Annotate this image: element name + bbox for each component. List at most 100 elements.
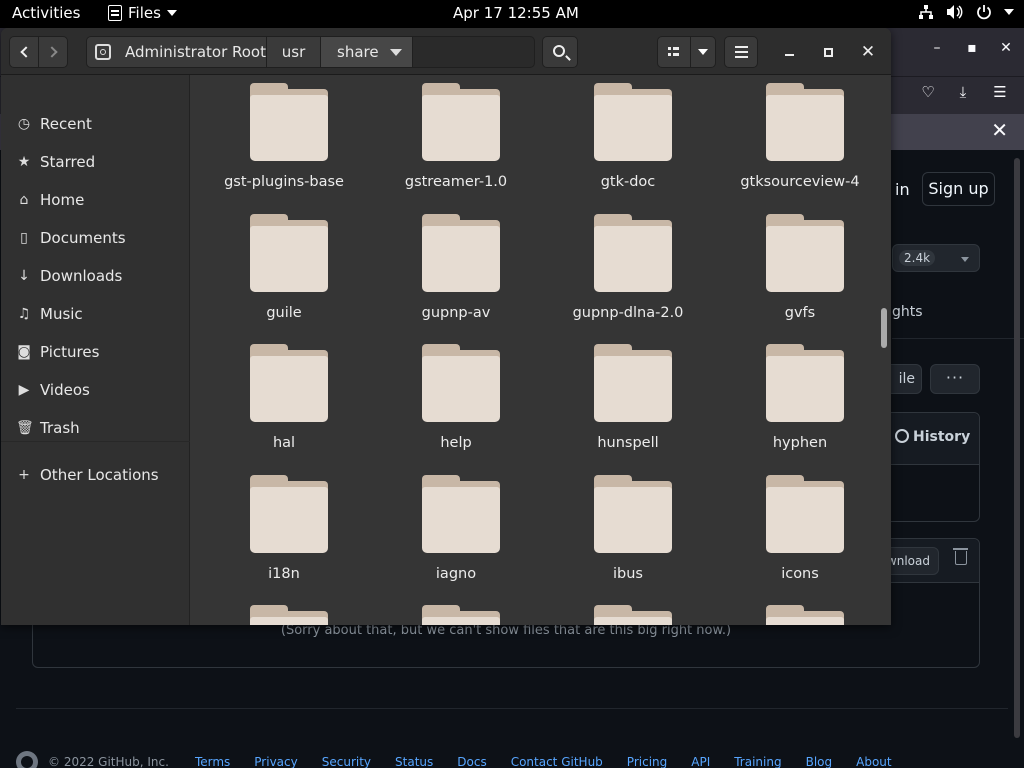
- folder-item[interactable]: gupnp-av: [370, 214, 542, 345]
- forward-button[interactable]: [38, 36, 68, 68]
- folder-item[interactable]: gtk-doc: [542, 83, 714, 214]
- folder-item[interactable]: [542, 605, 714, 625]
- close-icon[interactable]: ✕: [991, 118, 1008, 142]
- folder-item[interactable]: [198, 605, 370, 625]
- star-button[interactable]: 2.4k: [892, 244, 980, 272]
- view-list-button[interactable]: [657, 36, 691, 68]
- download-icon[interactable]: ⤓: [951, 83, 975, 101]
- footer-link-contact[interactable]: Contact GitHub: [511, 755, 603, 768]
- folder-item[interactable]: gst-plugins-base: [198, 83, 370, 214]
- sidebar-item-music[interactable]: ♫ Music: [1, 296, 190, 332]
- folder-item[interactable]: hunspell: [542, 344, 714, 475]
- sidebar-item-label: Music: [40, 305, 83, 323]
- path-crumb-root[interactable]: Administrator Root: [87, 37, 267, 67]
- footer-link-about[interactable]: About: [856, 755, 891, 768]
- folder-icon: [250, 475, 328, 553]
- clock[interactable]: Apr 17 12:55 AM: [453, 4, 579, 22]
- sign-in-link[interactable]: in: [895, 180, 910, 199]
- folder-item[interactable]: [370, 605, 542, 625]
- header-bar: Administrator Root usr share ✕: [1, 28, 891, 75]
- activities-button[interactable]: Activities: [12, 4, 80, 22]
- folder-item[interactable]: iagno: [370, 475, 542, 606]
- folder-label: hal: [272, 435, 296, 451]
- path-crumb-usr[interactable]: usr: [267, 37, 321, 67]
- folder-icon: [766, 214, 844, 292]
- folder-item[interactable]: hyphen: [714, 344, 886, 475]
- folder-label: gstreamer-1.0: [404, 174, 508, 190]
- maximize-button[interactable]: [816, 40, 840, 64]
- sidebar-item-pictures[interactable]: ◙ Pictures: [1, 334, 190, 370]
- footer-link-privacy[interactable]: Privacy: [254, 755, 297, 768]
- footer-link-training[interactable]: Training: [734, 755, 781, 768]
- path-crumb-label: Administrator Root: [124, 43, 266, 61]
- folder-item[interactable]: gupnp-dlna-2.0: [542, 214, 714, 345]
- close-button[interactable]: ✕: [856, 40, 880, 64]
- sign-up-button[interactable]: Sign up: [922, 172, 995, 206]
- folder-icon: [422, 344, 500, 422]
- footer-link-status[interactable]: Status: [395, 755, 433, 768]
- folder-item[interactable]: ibus: [542, 475, 714, 606]
- app-menu-label: Files: [128, 4, 161, 22]
- folder-item[interactable]: [714, 605, 886, 625]
- sidebar-item-home[interactable]: ⌂ Home: [1, 182, 190, 218]
- github-logo-icon[interactable]: [16, 751, 38, 768]
- chevron-down-icon: [390, 48, 402, 56]
- power-icon: [977, 5, 991, 20]
- sidebar-item-downloads[interactable]: ↓ Downloads: [1, 258, 190, 294]
- folder-item[interactable]: i18n: [198, 475, 370, 606]
- browser-minimize-button[interactable]: –: [926, 40, 948, 56]
- path-crumb-share[interactable]: share: [321, 37, 413, 67]
- browser-close-button[interactable]: ✕: [995, 40, 1017, 56]
- view-options-button[interactable]: [690, 36, 716, 68]
- trash-icon: 🗑: [16, 420, 34, 436]
- insights-tab[interactable]: ghts: [892, 304, 923, 320]
- folder-icon: [594, 83, 672, 161]
- volume-icon: [947, 5, 963, 19]
- folder-icon: [766, 475, 844, 553]
- system-tray[interactable]: [918, 4, 1014, 20]
- folder-item[interactable]: gstreamer-1.0: [370, 83, 542, 214]
- footer-link-terms[interactable]: Terms: [195, 755, 230, 768]
- chevron-left-icon: [19, 46, 32, 58]
- folder-item[interactable]: hal: [198, 344, 370, 475]
- menu-icon[interactable]: ☰: [988, 83, 1012, 101]
- folder-label: gtk-doc: [600, 174, 656, 190]
- search-button[interactable]: [542, 36, 578, 68]
- sidebar-item-starred[interactable]: ★ Starred: [1, 144, 190, 180]
- footer-link-security[interactable]: Security: [322, 755, 371, 768]
- footer-link-api[interactable]: API: [691, 755, 710, 768]
- star-icon: ★: [17, 154, 31, 170]
- minimize-button[interactable]: [777, 40, 801, 64]
- trash-icon[interactable]: [953, 548, 968, 565]
- folder-item[interactable]: help: [370, 344, 542, 475]
- file-grid-scrollbar[interactable]: [881, 308, 887, 348]
- folder-icon: [766, 605, 844, 625]
- sidebar-item-label: Videos: [40, 381, 90, 399]
- list-view-icon: [667, 47, 681, 57]
- history-label: History: [913, 429, 971, 445]
- sidebar-item-label: Starred: [40, 153, 96, 171]
- sidebar-item-documents[interactable]: ▯ Documents: [1, 220, 190, 256]
- sidebar-item-videos[interactable]: ▶ Videos: [1, 372, 190, 408]
- folder-icon: [422, 214, 500, 292]
- back-button[interactable]: [9, 36, 39, 68]
- browser-maximize-button[interactable]: ▪: [961, 40, 983, 56]
- footer-link-blog[interactable]: Blog: [806, 755, 833, 768]
- folder-item[interactable]: icons: [714, 475, 886, 606]
- files-window: Administrator Root usr share ✕ ◷ Recent ★…: [1, 28, 891, 625]
- folder-icon: [766, 344, 844, 422]
- latest-commit-box: History: [880, 412, 980, 522]
- history-link[interactable]: History: [881, 413, 979, 465]
- pocket-icon[interactable]: ♡: [916, 83, 940, 101]
- app-menu[interactable]: Files: [108, 4, 177, 22]
- footer-link-pricing[interactable]: Pricing: [627, 755, 667, 768]
- sidebar-item-recent[interactable]: ◷ Recent: [1, 106, 190, 142]
- browser-scrollbar[interactable]: [1014, 158, 1020, 738]
- folder-item[interactable]: gvfs: [714, 214, 886, 345]
- more-options-button[interactable]: ···: [930, 364, 980, 394]
- main-menu-button[interactable]: [724, 36, 758, 68]
- sidebar-item-other-locations[interactable]: + Other Locations: [1, 457, 190, 493]
- footer-link-docs[interactable]: Docs: [457, 755, 486, 768]
- folder-item[interactable]: gtksourceview-4: [714, 83, 886, 214]
- folder-item[interactable]: guile: [198, 214, 370, 345]
